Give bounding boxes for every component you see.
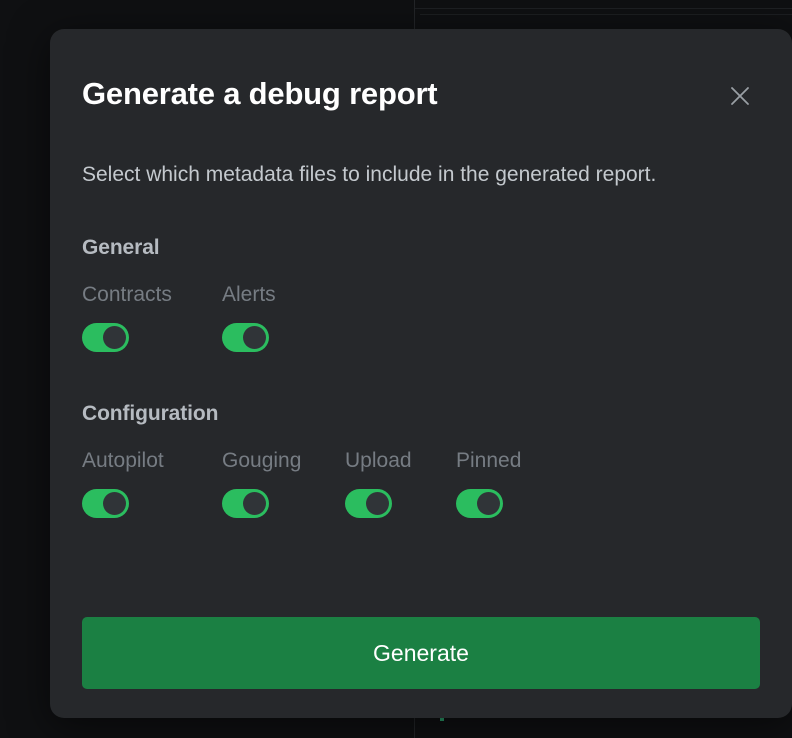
toggle-knob: [243, 492, 266, 515]
page-title: Generate a debug report: [82, 76, 438, 111]
background-top-divider: [414, 8, 792, 9]
section-configuration-toggles: Autopilot Gouging Upload Pinned: [82, 450, 760, 518]
toggle-upload[interactable]: [345, 489, 392, 518]
section-configuration: Configuration Autopilot Gouging Upload P…: [82, 402, 760, 518]
toggle-label-autopilot: Autopilot: [82, 449, 164, 472]
toggle-cell-gouging: Gouging: [222, 450, 345, 518]
toggle-knob: [366, 492, 389, 515]
toggle-label-upload: Upload: [345, 449, 412, 472]
section-general-title: General: [82, 236, 160, 259]
toggle-pinned[interactable]: [456, 489, 503, 518]
dialog-description: Select which metadata files to include i…: [82, 163, 657, 186]
toggle-knob: [103, 326, 126, 349]
close-button[interactable]: [723, 79, 757, 113]
toggle-label-gouging: Gouging: [222, 449, 302, 472]
toggle-cell-autopilot: Autopilot: [82, 450, 222, 518]
toggle-contracts[interactable]: [82, 323, 129, 352]
section-general-toggles: Contracts Alerts: [82, 284, 760, 352]
toggle-cell-upload: Upload: [345, 450, 456, 518]
toggle-cell-pinned: Pinned: [456, 450, 521, 518]
toggle-cell-alerts: Alerts: [222, 284, 358, 352]
close-icon: [728, 84, 752, 108]
toggle-label-alerts: Alerts: [222, 283, 276, 306]
toggle-knob: [477, 492, 500, 515]
toggle-cell-contracts: Contracts: [82, 284, 222, 352]
generate-button[interactable]: Generate: [82, 617, 760, 689]
debug-report-dialog: Generate a debug report Select which met…: [50, 29, 792, 718]
toggle-label-contracts: Contracts: [82, 283, 172, 306]
dialog-header: Generate a debug report: [82, 61, 760, 113]
toggle-label-pinned: Pinned: [456, 449, 522, 472]
toggle-knob: [243, 326, 266, 349]
section-configuration-title: Configuration: [82, 402, 219, 425]
section-general: General Contracts Alerts: [82, 236, 760, 352]
toggle-autopilot[interactable]: [82, 489, 129, 518]
toggle-alerts[interactable]: [222, 323, 269, 352]
toggle-gouging[interactable]: [222, 489, 269, 518]
toggle-knob: [103, 492, 126, 515]
